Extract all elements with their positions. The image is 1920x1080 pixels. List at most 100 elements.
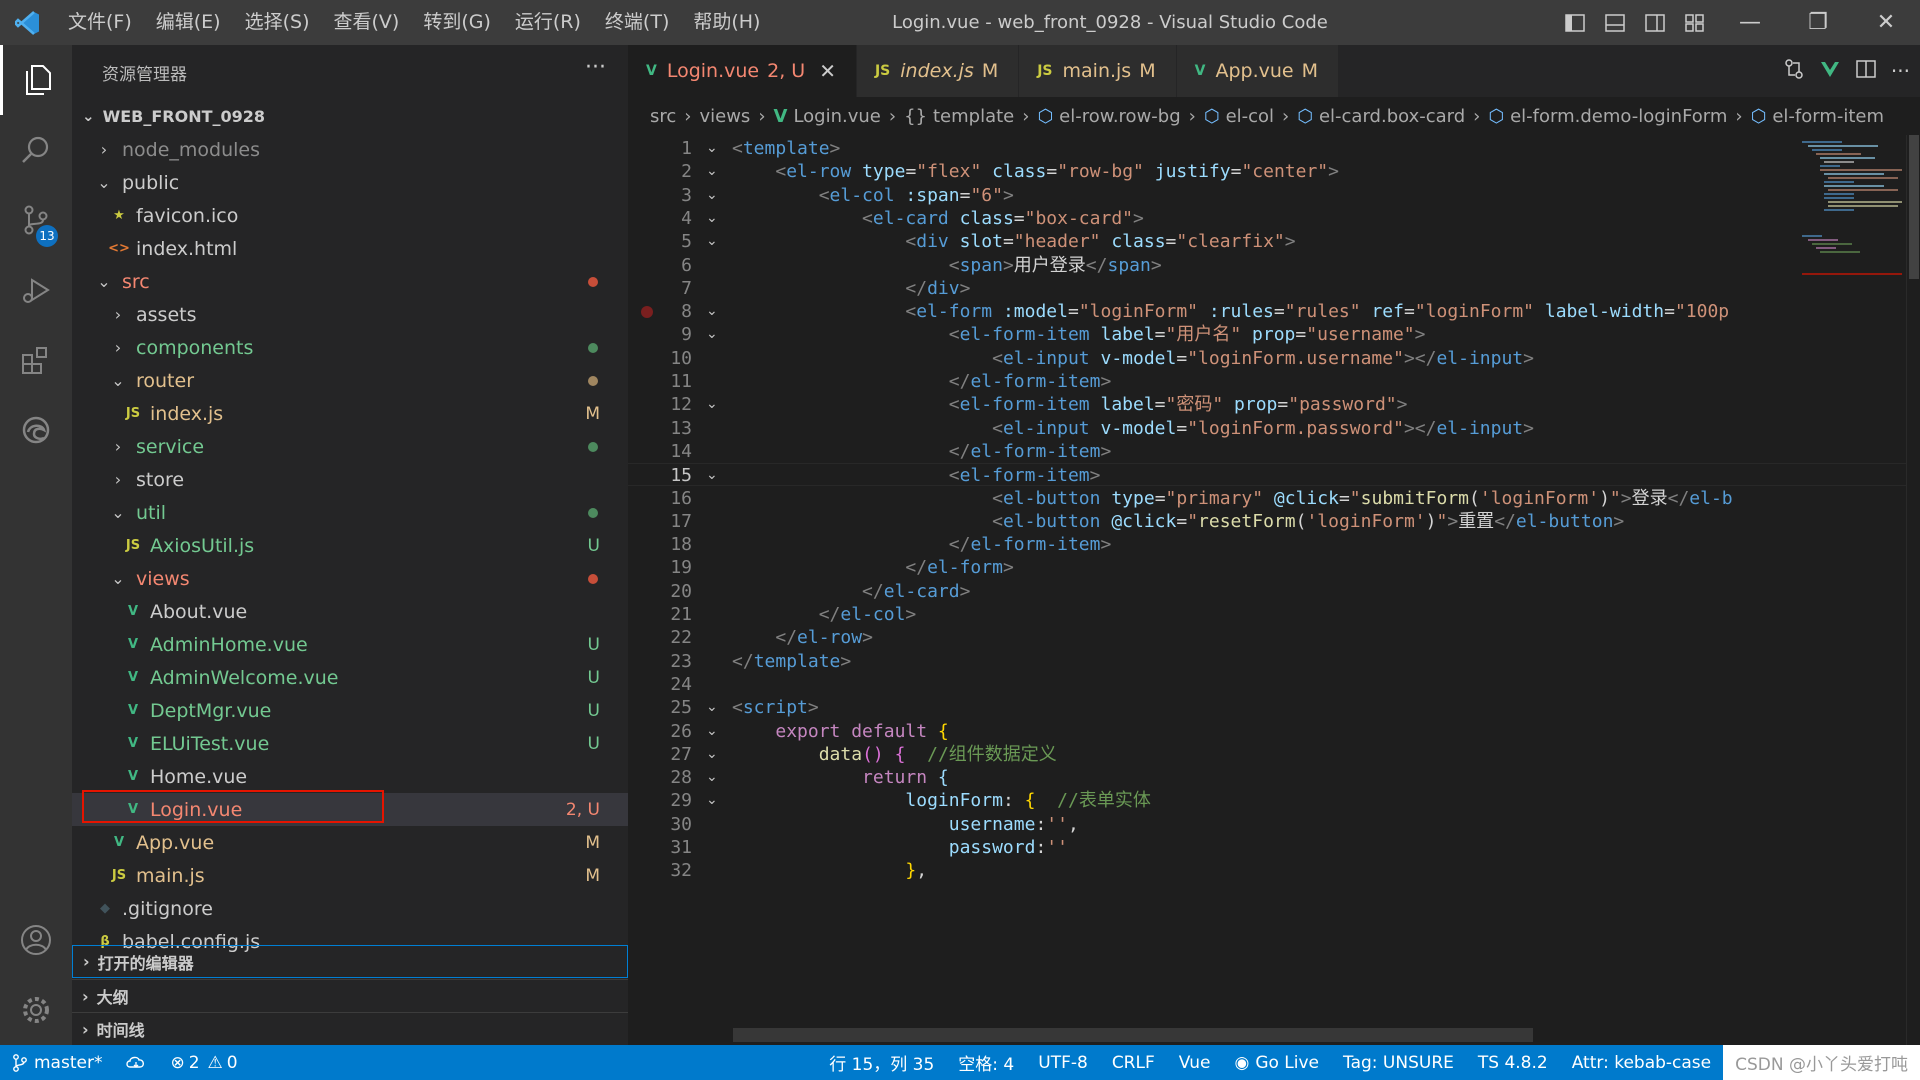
menu-item[interactable]: 转到(G) xyxy=(411,0,503,45)
breadcrumb-item[interactable]: ⬡ el-form.demo-loginForm xyxy=(1488,106,1727,127)
file-item[interactable]: V AdminWelcome.vue U xyxy=(72,661,628,694)
close-window-icon[interactable]: ✕ xyxy=(1852,0,1920,45)
breadcrumb-item[interactable]: src xyxy=(650,106,676,127)
file-item[interactable]: <> index.html xyxy=(72,232,628,265)
fold-chevron-icon[interactable]: ⌄ xyxy=(706,393,718,416)
breadcrumb-item[interactable]: ⬡ el-form-item xyxy=(1751,106,1884,127)
breadcrumb-item[interactable]: V Login.vue xyxy=(774,106,881,127)
explorer-icon[interactable] xyxy=(0,45,72,115)
file-item[interactable]: V AdminHome.vue U xyxy=(72,628,628,661)
fold-chevron-icon[interactable]: ⌄ xyxy=(706,766,718,789)
toggle-panel-icon[interactable] xyxy=(1600,8,1630,38)
accounts-icon[interactable] xyxy=(0,905,72,975)
menu-item[interactable]: 选择(S) xyxy=(233,0,322,45)
source-control-icon[interactable]: 13 xyxy=(0,185,72,255)
editor-tab[interactable]: JS index.js M xyxy=(856,45,1020,97)
vue-preview-icon[interactable] xyxy=(1819,58,1841,84)
vertical-scrollbar[interactable] xyxy=(1906,135,1920,1045)
fold-chevron-icon[interactable]: ⌄ xyxy=(706,696,718,719)
menu-item[interactable]: 编辑(E) xyxy=(144,0,233,45)
split-editor-icon[interactable] xyxy=(1855,58,1877,84)
fold-chevron-icon[interactable]: ⌄ xyxy=(706,720,718,743)
editor-tab[interactable]: V Login.vue 2, U ✕ xyxy=(628,45,857,97)
tag-status[interactable]: Tag: UNSURE xyxy=(1331,1045,1466,1080)
menu-item[interactable]: 帮助(H) xyxy=(681,0,772,45)
breadcrumb-item[interactable]: {} template xyxy=(904,106,1014,127)
editor-tab[interactable]: V App.vue M xyxy=(1176,45,1340,97)
run-debug-icon[interactable] xyxy=(0,255,72,325)
code-editor[interactable]: 1 ⌄ <template> 2 ⌄ <el-row type="flex" class… xyxy=(628,135,1920,1045)
menu-item[interactable]: 运行(R) xyxy=(503,0,593,45)
section-open-editors[interactable]: › 打开的编辑器 xyxy=(72,945,628,978)
fold-chevron-icon[interactable]: ⌄ xyxy=(706,743,718,766)
folder-item[interactable]: ⌄ src xyxy=(72,265,628,298)
fold-chevron-icon[interactable]: ⌄ xyxy=(706,300,718,323)
project-folder-header[interactable]: ⌄ WEB_FRONT_0928 xyxy=(72,99,628,133)
menu-item[interactable]: 查看(V) xyxy=(322,0,412,45)
search-icon[interactable] xyxy=(0,115,72,185)
edge-devtools-icon[interactable] xyxy=(0,395,72,465)
menu-item[interactable]: 终端(T) xyxy=(593,0,681,45)
problems-indicator[interactable]: ⊗ 2 ⚠ 0 xyxy=(158,1045,249,1080)
breadcrumb-item[interactable]: ⬡ el-card.box-card xyxy=(1297,106,1465,127)
extensions-icon[interactable] xyxy=(0,325,72,395)
file-item[interactable]: JS index.js M xyxy=(72,397,628,430)
fold-chevron-icon[interactable]: ⌄ xyxy=(706,789,718,812)
breadcrumb-item[interactable]: views xyxy=(699,106,750,127)
folder-item[interactable]: › service xyxy=(72,430,628,463)
fold-chevron-icon[interactable]: ⌄ xyxy=(706,160,718,183)
go-live-button[interactable]: ◉ Go Live xyxy=(1222,1045,1331,1080)
breadcrumb-item[interactable]: ⬡ el-col xyxy=(1204,106,1274,127)
fold-chevron-icon[interactable]: ⌄ xyxy=(706,207,718,230)
folder-item[interactable]: › components xyxy=(72,331,628,364)
close-icon[interactable]: ✕ xyxy=(819,59,836,83)
fold-chevron-icon[interactable]: ⌄ xyxy=(706,137,718,160)
attr-case[interactable]: Attr: kebab-case xyxy=(1560,1045,1723,1080)
editor-tab[interactable]: JS main.js M xyxy=(1019,45,1177,97)
fold-chevron-icon[interactable]: ⌄ xyxy=(706,323,718,346)
folder-item[interactable]: ⌄ util xyxy=(72,496,628,529)
section-timeline[interactable]: › 时间线 xyxy=(72,1012,628,1045)
file-item[interactable]: JS main.js M xyxy=(72,859,628,892)
file-item[interactable]: V DeptMgr.vue U xyxy=(72,694,628,727)
compare-changes-icon[interactable] xyxy=(1783,58,1805,84)
more-actions-icon[interactable]: ··· xyxy=(585,55,606,80)
file-item[interactable]: ★ favicon.ico xyxy=(72,199,628,232)
fold-chevron-icon[interactable]: ⌄ xyxy=(706,184,718,207)
toggle-secondary-sidebar-icon[interactable] xyxy=(1640,8,1670,38)
fold-chevron-icon[interactable]: ⌄ xyxy=(706,230,718,253)
file-item[interactable]: V Home.vue xyxy=(72,760,628,793)
folder-item[interactable]: › node_modules xyxy=(72,133,628,166)
cursor-position[interactable]: 行 15，列 35 xyxy=(817,1045,946,1080)
horizontal-scrollbar[interactable] xyxy=(733,1028,1533,1042)
more-editor-actions-icon[interactable]: ··· xyxy=(1891,59,1910,83)
section-outline[interactable]: › 大纲 xyxy=(72,979,628,1012)
folder-item[interactable]: ⌄ public xyxy=(72,166,628,199)
branch-indicator[interactable]: master* xyxy=(0,1045,114,1080)
breadcrumb-item[interactable]: ⬡ el-row.row-bg xyxy=(1037,106,1180,127)
folder-item[interactable]: ⌄ views xyxy=(72,562,628,595)
file-item[interactable]: V About.vue xyxy=(72,595,628,628)
minimize-icon[interactable]: — xyxy=(1716,0,1784,45)
encoding[interactable]: UTF-8 xyxy=(1026,1045,1100,1080)
customize-layout-icon[interactable] xyxy=(1680,8,1710,38)
line-endings[interactable]: CRLF xyxy=(1100,1045,1167,1080)
minimap[interactable] xyxy=(1802,135,1910,335)
language-mode[interactable]: Vue xyxy=(1167,1045,1223,1080)
toggle-primary-sidebar-icon[interactable] xyxy=(1560,8,1590,38)
menu-item[interactable]: 文件(F) xyxy=(56,0,144,45)
scroll-thumb[interactable] xyxy=(1909,135,1919,279)
file-item[interactable]: ◆ .gitignore xyxy=(72,892,628,925)
file-item[interactable]: JS AxiosUtil.js U xyxy=(72,529,628,562)
folder-item[interactable]: ⌄ router xyxy=(72,364,628,397)
fold-chevron-icon[interactable]: ⌄ xyxy=(706,464,718,487)
file-item[interactable]: V App.vue M xyxy=(72,826,628,859)
file-item[interactable]: V ELUiTest.vue U xyxy=(72,727,628,760)
folder-item[interactable]: › assets xyxy=(72,298,628,331)
typescript-version[interactable]: TS 4.8.2 xyxy=(1466,1045,1560,1080)
restore-icon[interactable]: ❐ xyxy=(1784,0,1852,45)
folder-item[interactable]: › store xyxy=(72,463,628,496)
settings-gear-icon[interactable] xyxy=(0,975,72,1045)
sync-icon[interactable] xyxy=(114,1045,158,1080)
indentation[interactable]: 空格: 4 xyxy=(946,1045,1026,1080)
